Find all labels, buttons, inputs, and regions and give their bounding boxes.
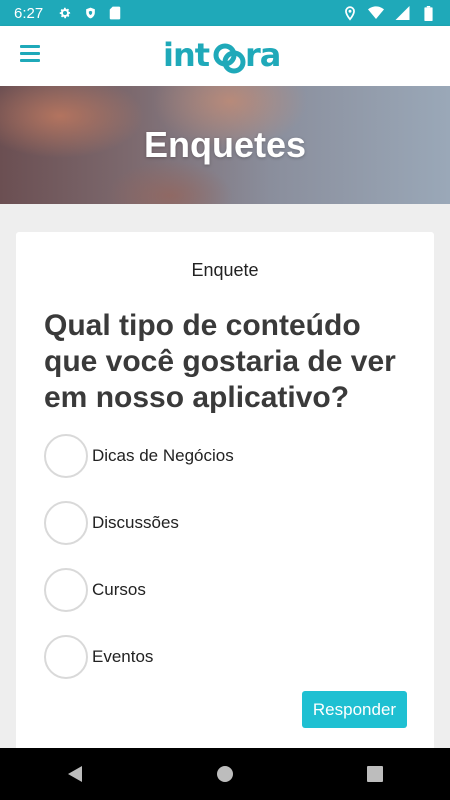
status-right-icons [342, 5, 436, 21]
poll-options: Dicas de Negócios Discussões Cursos Even… [44, 432, 424, 700]
poll-option[interactable]: Discussões [44, 499, 424, 547]
poll-option-label: Eventos [92, 647, 154, 666]
status-left-icons [57, 5, 123, 21]
poll-option[interactable]: Cursos [44, 566, 424, 614]
app-logo: int ra [163, 36, 287, 76]
battery-icon [420, 5, 436, 21]
poll-question: Qual tipo de conteúdo que você gostaria … [44, 309, 396, 414]
shield-icon [82, 5, 98, 21]
poll-card-title: Enquete [191, 260, 259, 280]
poll-option-label: Discussões [92, 513, 179, 532]
sd-card-icon [107, 5, 123, 21]
hero-banner: Enquetes [0, 86, 450, 204]
recents-icon[interactable] [345, 754, 405, 794]
poll-option-label: Dicas de Negócios [92, 446, 234, 465]
radio-button[interactable] [44, 501, 88, 545]
radio-button[interactable] [44, 568, 88, 612]
signal-icon [394, 5, 410, 21]
radio-button[interactable] [44, 635, 88, 679]
location-icon [342, 5, 358, 21]
back-icon[interactable] [45, 754, 105, 794]
app-bar: int ra [0, 26, 450, 86]
page-title: Enquetes [143, 124, 307, 165]
wifi-icon [368, 5, 384, 21]
system-nav-bar [0, 748, 450, 800]
svg-text:ra: ra [245, 36, 280, 74]
gear-icon [57, 5, 73, 21]
submit-button[interactable]: Responder [302, 691, 407, 728]
poll-option[interactable]: Dicas de Negócios [44, 432, 424, 480]
home-icon[interactable] [195, 754, 255, 794]
svg-text:int: int [163, 36, 210, 74]
radio-button[interactable] [44, 434, 88, 478]
status-bar: 6:27 [0, 0, 450, 26]
hamburger-menu-icon[interactable] [20, 45, 40, 65]
poll-option-label: Cursos [92, 580, 146, 599]
poll-card: Enquete Qual tipo de conteúdo que você g… [16, 232, 434, 752]
status-time: 6:27 [14, 4, 44, 22]
poll-option[interactable]: Eventos [44, 633, 424, 681]
